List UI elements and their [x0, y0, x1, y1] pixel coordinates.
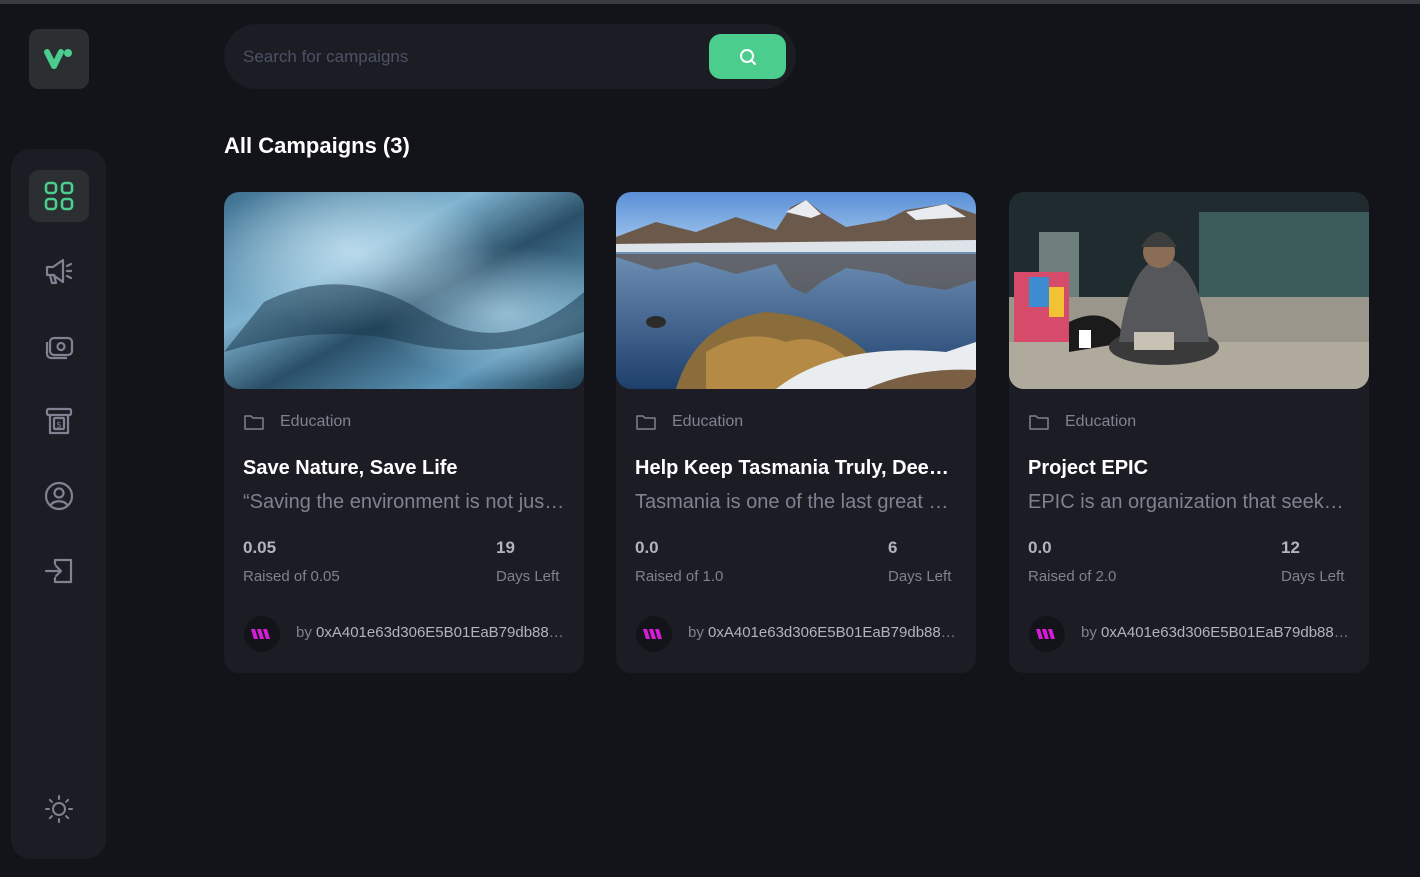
- sun-icon: [45, 795, 73, 823]
- campaign-card[interactable]: Education Help Keep Tasmania Truly, Deep…: [616, 192, 976, 673]
- amount-collected: 0.0: [635, 538, 659, 557]
- dashboard-grid-icon: [44, 181, 74, 211]
- days-left-label: Days Left: [888, 568, 952, 585]
- sidebar-item-logout[interactable]: [29, 545, 89, 597]
- amount-collected: 0.05: [243, 538, 277, 557]
- campaign-image: [616, 192, 976, 389]
- campaign-category: Education: [672, 413, 744, 430]
- owner-by-label: by: [688, 624, 704, 641]
- owner-avatar: [636, 616, 672, 652]
- campaign-description: EPIC is an organization that seeks to he…: [1028, 491, 1350, 513]
- campaign-category: Education: [1065, 413, 1137, 430]
- brand-logo[interactable]: [29, 29, 89, 89]
- campaign-description: Tasmania is one of the last great wild p…: [635, 491, 957, 513]
- raised-label: Raised of 1.0: [635, 568, 724, 585]
- payment-icon: [45, 336, 74, 360]
- profile-icon: [44, 481, 74, 511]
- withdraw-icon: $: [45, 407, 73, 435]
- sidebar-item-dashboard[interactable]: [29, 170, 89, 222]
- page-title: All Campaigns (3): [224, 133, 410, 158]
- amount-collected: 0.0: [1028, 538, 1052, 557]
- days-left-value: 12: [1281, 538, 1300, 557]
- owner-address: 0xA401e63d306E5B01EaB79db88a1c2F3e: [708, 624, 960, 641]
- days-left-value: 6: [888, 538, 898, 557]
- search-bar: [224, 24, 796, 89]
- campaign-title: Help Keep Tasmania Truly, Deeply Wild: [635, 457, 955, 479]
- campaign-title: Project EPIC: [1028, 457, 1149, 479]
- sidebar-item-create-campaign[interactable]: [29, 245, 89, 297]
- sidebar-item-payment[interactable]: [29, 320, 89, 372]
- logout-icon: [44, 558, 73, 584]
- days-left-label: Days Left: [1281, 568, 1345, 585]
- campaign-image: [224, 192, 584, 389]
- raised-label: Raised of 0.05: [243, 568, 340, 585]
- svg-text:$: $: [56, 421, 62, 431]
- campaign-description: “Saving the environment is not just a ch…: [243, 491, 565, 513]
- campaign-card[interactable]: Education Save Nature, Save Life “Saving…: [224, 192, 584, 673]
- folder-icon: [636, 415, 656, 430]
- folder-icon: [244, 415, 264, 430]
- theme-toggle-button[interactable]: [29, 783, 89, 835]
- window-top-border: [0, 0, 1420, 4]
- owner-by-label: by: [296, 624, 312, 641]
- sidebar: $: [11, 149, 106, 859]
- sidebar-item-withdraw[interactable]: $: [29, 395, 89, 447]
- campaign-image: [1009, 192, 1369, 389]
- owner-avatar: [1029, 616, 1065, 652]
- search-button[interactable]: [709, 34, 786, 79]
- owner-by-label: by: [1081, 624, 1097, 641]
- owner-avatar: [244, 616, 280, 652]
- search-icon: [739, 48, 756, 65]
- owner-address: 0xA401e63d306E5B01EaB79db88a1c2F3e: [316, 624, 568, 641]
- sidebar-item-profile[interactable]: [29, 470, 89, 522]
- search-input[interactable]: [243, 24, 713, 89]
- folder-icon: [1029, 415, 1049, 430]
- megaphone-campaign-icon: [45, 258, 73, 285]
- campaign-title: Save Nature, Save Life: [243, 457, 458, 479]
- raised-label: Raised of 2.0: [1028, 568, 1117, 585]
- brand-logo-icon: [44, 49, 72, 69]
- owner-address: 0xA401e63d306E5B01EaB79db88a1c2F3e: [1101, 624, 1353, 641]
- campaign-category: Education: [280, 413, 352, 430]
- days-left-label: Days Left: [496, 568, 560, 585]
- campaign-card[interactable]: Education Project EPIC EPIC is an organi…: [1009, 192, 1369, 673]
- days-left-value: 19: [496, 538, 515, 557]
